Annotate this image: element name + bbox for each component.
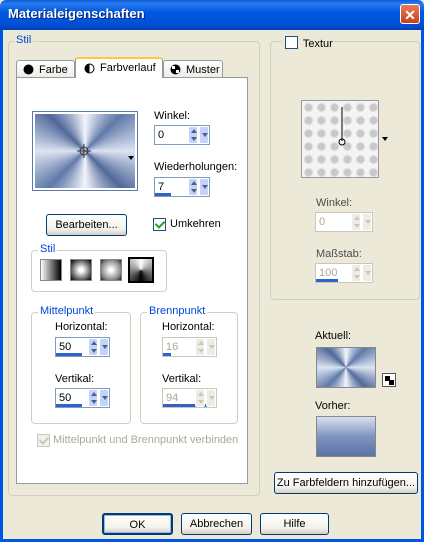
chevron-down-icon[interactable]	[206, 389, 216, 407]
verbinden-checkbox[interactable]	[37, 434, 50, 447]
linear-icon[interactable]	[40, 259, 62, 281]
verbinden-label: Mittelpunkt und Brennpunkt verbinden	[53, 434, 239, 446]
brennpunkt-horizontal-level-bar	[163, 353, 171, 356]
aktuell-swatch	[316, 347, 376, 388]
ok-button[interactable]: OK	[102, 513, 173, 535]
rectangular-icon[interactable]	[70, 259, 92, 281]
mittelpunkt-horizontal-value: 50	[59, 341, 72, 353]
textur-label: Textur	[302, 38, 333, 50]
mittelpunkt-horizontal-label: Horizontal:	[55, 321, 108, 333]
texture-dropdown-caret-icon[interactable]	[382, 137, 388, 141]
textur-massstab-value: 100	[319, 267, 338, 279]
wiederholungen-label: Wiederholungen:	[154, 161, 238, 173]
wiederholungen-level-bar	[155, 193, 171, 196]
winkel-spinner[interactable]: 0	[154, 125, 210, 145]
mittelpunkt-vertikal-level-bar	[56, 404, 82, 407]
mittelpunkt-vertikal-spinner[interactable]: 50	[55, 388, 110, 408]
stil-style-label: Stil	[38, 243, 58, 255]
wiederholungen-spinner[interactable]: 7	[154, 177, 210, 197]
sunburst-icon[interactable]	[128, 257, 154, 283]
mittelpunkt-horizontal-spinner[interactable]: 50	[55, 337, 110, 357]
textur-winkel-spinner[interactable]: 0	[315, 212, 373, 232]
tab-farbe[interactable]: Farbe	[16, 60, 75, 78]
textur-massstab-label: Maßstab:	[316, 248, 362, 260]
tab-farbverlauf-label: Farbverlauf	[100, 62, 156, 74]
close-icon: ✕	[404, 7, 416, 23]
tab-farbverlauf[interactable]: Farbverlauf	[75, 57, 163, 78]
spin-up-down-icon[interactable]	[188, 126, 198, 144]
stil-group-label: Stil	[14, 34, 34, 46]
abbrechen-button[interactable]: Abbrechen	[181, 513, 252, 535]
mittelpunkt-vertikal-value: 50	[59, 392, 72, 404]
vorher-label: Vorher:	[315, 400, 351, 412]
close-button[interactable]: ✕	[400, 4, 420, 24]
spin-up-down-icon[interactable]	[195, 338, 205, 356]
spin-up-down-icon[interactable]	[351, 264, 361, 282]
gradient-dropdown-caret-icon[interactable]	[128, 156, 134, 160]
spin-up-down-icon[interactable]	[88, 338, 98, 356]
chevron-down-icon[interactable]	[362, 213, 372, 231]
umkehren-label: Umkehren	[170, 218, 221, 230]
radial-icon[interactable]	[100, 259, 122, 281]
textur-header: Textur	[282, 34, 334, 50]
mittelpunkt-horizontal-level-bar	[56, 353, 82, 356]
texture-swatch[interactable]	[301, 100, 379, 178]
pattern-icon	[170, 64, 181, 75]
swap-icon[interactable]	[382, 373, 396, 387]
umkehren-checkbox[interactable]	[153, 218, 166, 231]
spin-up-down-icon[interactable]	[188, 178, 198, 196]
mittelpunkt-label: Mittelpunkt	[38, 305, 96, 317]
brennpunkt-horizontal-label: Horizontal:	[162, 321, 215, 333]
chevron-down-icon[interactable]	[199, 178, 209, 196]
brennpunkt-vertikal-spinner[interactable]: 94	[162, 388, 217, 408]
window-title: Materialeigenschaften	[8, 6, 145, 21]
brennpunkt-label: Brennpunkt	[147, 305, 208, 317]
brennpunkt-horizontal-value: 16	[166, 341, 179, 353]
spin-up-down-icon[interactable]	[88, 389, 98, 407]
tab-muster-label: Muster	[186, 64, 220, 76]
textur-winkel-value: 0	[319, 216, 326, 228]
filled-circle-icon	[23, 64, 34, 75]
tab-farbe-label: Farbe	[39, 64, 68, 76]
chevron-down-icon[interactable]	[99, 338, 109, 356]
textur-checkbox[interactable]	[285, 36, 298, 49]
aktuell-label: Aktuell:	[315, 330, 352, 342]
spin-up-down-icon[interactable]	[351, 213, 361, 231]
chevron-down-icon[interactable]	[199, 126, 209, 144]
spin-up-down-icon[interactable]	[195, 389, 205, 407]
brennpunkt-horizontal-spinner[interactable]: 16	[162, 337, 217, 357]
winkel-value: 0	[158, 129, 165, 141]
bearbeiten-button[interactable]: Bearbeiten...	[46, 214, 127, 236]
wiederholungen-value: 7	[158, 181, 165, 193]
brennpunkt-vertikal-value: 94	[166, 392, 179, 404]
textur-massstab-spinner[interactable]: 100	[315, 263, 373, 283]
center-marker-icon	[77, 144, 91, 158]
texture-angle-marker-icon	[338, 107, 346, 146]
vorher-swatch	[316, 416, 376, 457]
brennpunkt-vertikal-label: Vertikal:	[162, 373, 202, 385]
textur-massstab-level-bar	[316, 279, 338, 282]
hilfe-button[interactable]: Hilfe	[260, 513, 329, 535]
winkel-label: Winkel:	[154, 110, 191, 122]
chevron-down-icon[interactable]	[99, 389, 109, 407]
add-to-swatches-button[interactable]: Zu Farbfeldern hinzufügen...	[274, 472, 418, 494]
chevron-down-icon[interactable]	[362, 264, 372, 282]
mittelpunkt-vertikal-label: Vertikal:	[55, 373, 95, 385]
gradient-swatch-frame[interactable]	[32, 111, 138, 191]
half-circle-icon	[84, 63, 95, 74]
textur-winkel-label: Winkel:	[316, 197, 353, 209]
tab-muster[interactable]: Muster	[163, 60, 223, 78]
chevron-down-icon[interactable]	[206, 338, 216, 356]
